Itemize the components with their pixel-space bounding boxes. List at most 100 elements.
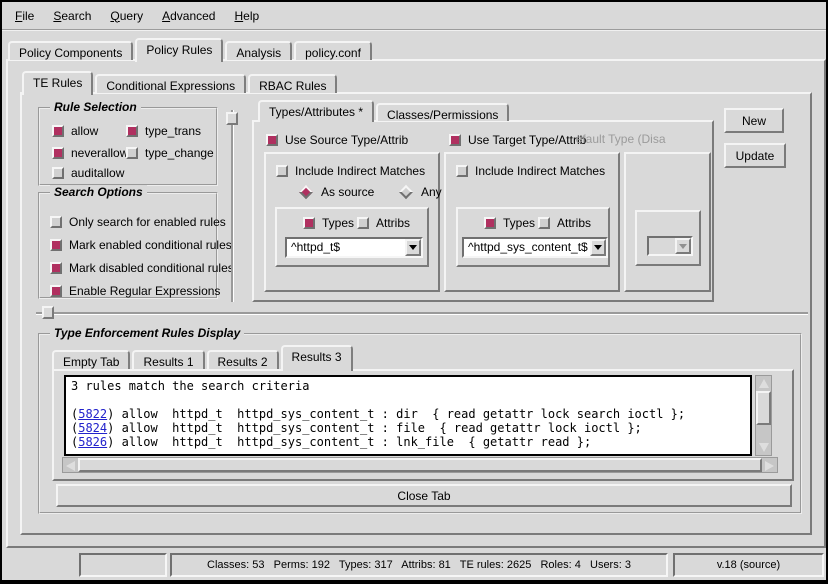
tab-results-1[interactable]: Results 1	[132, 350, 204, 369]
results-horizontal-scrollbar[interactable]	[62, 457, 778, 473]
checkbox-enable-regex[interactable]: Enable Regular Expressions	[50, 284, 220, 298]
vertical-sash-handle[interactable]	[226, 112, 238, 125]
menu-help[interactable]: Help	[234, 9, 259, 23]
new-button[interactable]: New	[724, 108, 784, 133]
checkbox-label: Mark disabled conditional rules	[69, 261, 234, 275]
scrollbar-thumb[interactable]	[756, 391, 771, 425]
update-button[interactable]: Update	[724, 143, 786, 168]
default-type-label-text: Default Type (Disa	[576, 132, 666, 146]
tab-analysis[interactable]: Analysis	[225, 41, 292, 60]
checkbox-label: Types	[322, 216, 354, 230]
checkbox-indicator	[538, 217, 550, 229]
source-type-combobox[interactable]: ^httpd_t$	[285, 237, 423, 258]
target-attribs-checkbox[interactable]: Attribs	[538, 216, 591, 230]
tab-conditional-expressions[interactable]: Conditional Expressions	[95, 74, 246, 93]
horizontal-sash-line	[36, 312, 808, 314]
default-type-frame	[624, 152, 711, 292]
source-frame: Include Indirect Matches As source Any T…	[264, 152, 440, 292]
policy-stats-text: Classes: 53 Perms: 192 Types: 317 Attrib…	[207, 559, 631, 571]
checkbox-indicator	[50, 262, 62, 274]
checkbox-label: Attribs	[376, 216, 410, 230]
horizontal-sash-handle[interactable]	[42, 306, 54, 319]
checkbox-indicator	[50, 285, 62, 297]
menu-bar: File Search Query Advanced Help	[2, 2, 826, 31]
checkbox-type-change[interactable]: type_change	[126, 146, 214, 160]
tab-policy-conf[interactable]: policy.conf	[294, 41, 372, 60]
target-frame: Include Indirect Matches Types Attribs ^…	[444, 152, 620, 292]
combobox-dropdown-button[interactable]	[590, 239, 606, 256]
checkbox-indicator	[456, 165, 468, 177]
use-target-checkbox[interactable]: Use Target Type/Attrib	[449, 133, 586, 147]
checkbox-indicator	[484, 217, 496, 229]
checkbox-indicator	[52, 167, 64, 179]
checkbox-mark-disabled-conditional[interactable]: Mark disabled conditional rules	[50, 261, 234, 275]
tab-results-2[interactable]: Results 2	[207, 350, 279, 369]
scroll-down-arrow[interactable]	[756, 440, 771, 455]
menu-query[interactable]: Query	[110, 9, 143, 23]
checkbox-auditallow[interactable]: auditallow	[52, 166, 124, 180]
checkbox-label: Use Target Type/Attrib	[468, 133, 586, 147]
source-attribs-checkbox[interactable]: Attribs	[357, 216, 410, 230]
status-box-empty	[79, 553, 167, 577]
te-rules-display-title: Type Enforcement Rules Display	[50, 326, 244, 340]
scroll-left-arrow[interactable]	[63, 458, 78, 473]
tab-classes-permissions[interactable]: Classes/Permissions	[376, 103, 509, 121]
rule-selection-title: Rule Selection	[50, 100, 141, 114]
combobox-dropdown-button[interactable]	[405, 239, 421, 256]
rule-id-link[interactable]: 5822	[78, 407, 107, 421]
checkbox-indicator	[266, 134, 278, 146]
checkbox-mark-enabled-conditional[interactable]: Mark enabled conditional rules	[50, 238, 232, 252]
tab-rbac-rules[interactable]: RBAC Rules	[248, 74, 337, 93]
target-type-combobox[interactable]: ^httpd_sys_content_t$	[462, 237, 608, 258]
status-box-version: v.18 (source)	[673, 553, 824, 577]
checkbox-indicator	[50, 239, 62, 251]
source-any-radio[interactable]: Any	[398, 185, 442, 199]
checkbox-label: type_change	[145, 146, 214, 160]
menu-search[interactable]: Search	[53, 9, 91, 23]
results-textarea[interactable]: 3 rules match the search criteria (5822)…	[64, 375, 752, 456]
menu-file[interactable]: File	[15, 9, 34, 23]
close-tab-button[interactable]: Close Tab	[56, 484, 792, 507]
checkbox-label: Enable Regular Expressions	[69, 284, 220, 298]
checkbox-label: Attribs	[557, 216, 591, 230]
scrollbar-thumb[interactable]	[78, 458, 762, 472]
main-tab-bar: Policy Components Policy Rules Analysis …	[8, 38, 374, 62]
checkbox-neverallow[interactable]: neverallow	[52, 146, 128, 160]
source-as-source-radio[interactable]: As source	[298, 185, 374, 199]
target-include-indirect-checkbox[interactable]: Include Indirect Matches	[456, 164, 605, 178]
tab-policy-rules[interactable]: Policy Rules	[135, 38, 223, 62]
chevron-down-icon	[409, 245, 417, 250]
checkbox-only-enabled-rules[interactable]: Only search for enabled rules	[50, 215, 226, 229]
radio-label: As source	[321, 185, 374, 199]
checkbox-indicator	[449, 134, 461, 146]
source-types-checkbox[interactable]: Types	[303, 216, 354, 230]
checkbox-type-trans[interactable]: type_trans	[126, 124, 201, 138]
tab-results-3[interactable]: Results 3	[281, 345, 353, 371]
menu-advanced[interactable]: Advanced	[162, 9, 215, 23]
tab-policy-components[interactable]: Policy Components	[8, 41, 133, 60]
tab-te-rules[interactable]: TE Rules	[22, 71, 93, 95]
checkbox-allow[interactable]: allow	[52, 124, 98, 138]
source-include-indirect-checkbox[interactable]: Include Indirect Matches	[276, 164, 425, 178]
use-source-checkbox[interactable]: Use Source Type/Attrib	[266, 133, 408, 147]
rule-selection-group: Rule Selection allow type_trans neverall…	[38, 107, 218, 186]
results-tab-bar: Empty Tab Results 1 Results 2 Results 3	[52, 345, 355, 371]
combobox-value: ^httpd_sys_content_t$	[464, 239, 590, 256]
checkbox-label: Mark enabled conditional rules	[69, 238, 232, 252]
search-options-group: Search Options Only search for enabled r…	[38, 192, 218, 299]
scroll-up-arrow[interactable]	[756, 376, 771, 391]
results-vertical-scrollbar[interactable]	[755, 375, 772, 456]
checkbox-indicator	[303, 217, 315, 229]
rule-id-link[interactable]: 5824	[78, 421, 107, 435]
rule-id-link[interactable]: 5826	[78, 435, 107, 449]
checkbox-label: Types	[503, 216, 535, 230]
tab-types-attributes[interactable]: Types/Attributes *	[258, 100, 374, 122]
radio-indicator	[399, 185, 413, 199]
vertical-sash-line	[231, 110, 233, 302]
checkbox-indicator	[276, 165, 288, 177]
scroll-right-arrow[interactable]	[762, 458, 777, 473]
checkbox-label: allow	[71, 124, 98, 138]
checkbox-label: Include Indirect Matches	[295, 164, 425, 178]
tab-empty-tab[interactable]: Empty Tab	[52, 350, 130, 369]
target-types-checkbox[interactable]: Types	[484, 216, 535, 230]
